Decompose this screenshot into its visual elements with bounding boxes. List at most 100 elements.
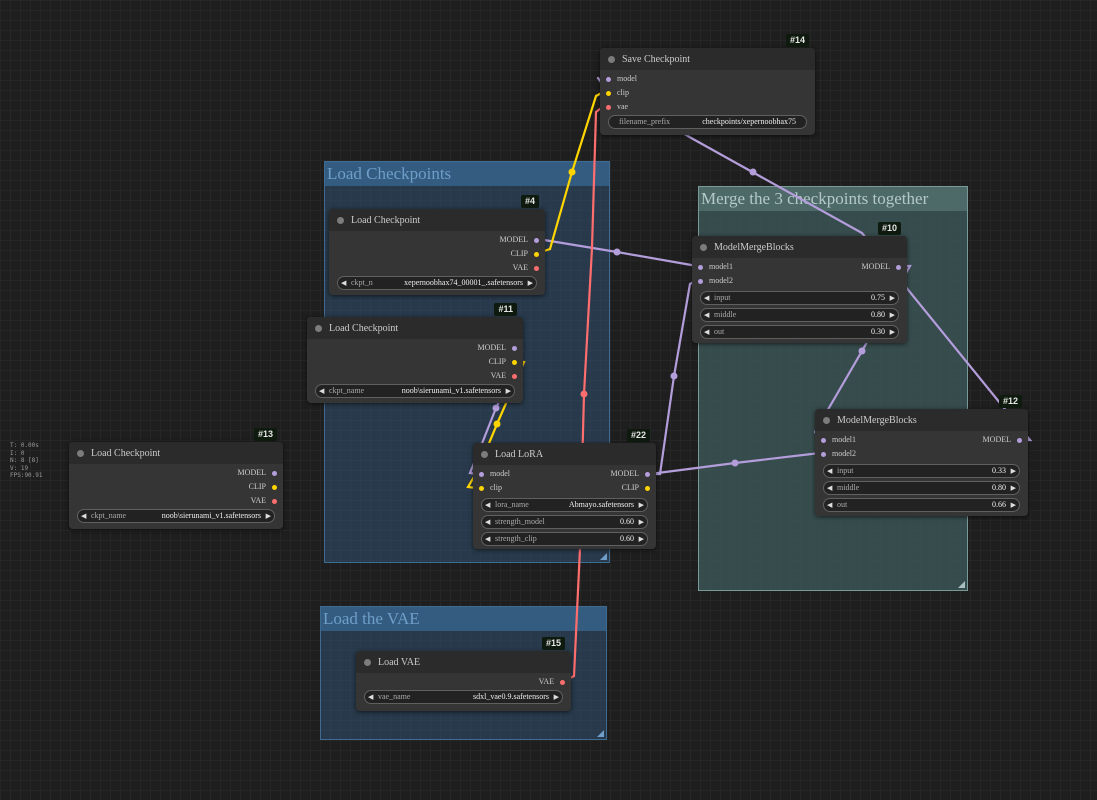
collapse-dot-icon[interactable] [77, 449, 84, 457]
node-header[interactable]: Load Checkpoint [329, 209, 545, 231]
link-midpoint[interactable] [492, 404, 500, 412]
arrow-left-icon[interactable]: ◀ [704, 326, 709, 338]
node-load-checkpoint-13[interactable]: #13 Load Checkpoint MODEL CLIP VAE ◀ ckp… [69, 428, 283, 529]
model-pin-icon[interactable] [896, 264, 901, 270]
strength-model-stepper[interactable]: ◀ strength_model 0.60 ▶ [481, 515, 648, 529]
input-slot-clip[interactable]: clip [600, 86, 815, 100]
arrow-left-icon[interactable]: ◀ [485, 516, 490, 528]
slot-row-model1[interactable]: model1 MODEL [692, 260, 907, 274]
vae-pin-icon[interactable] [534, 265, 539, 271]
node-header[interactable]: ModelMergeBlocks [692, 236, 907, 258]
input-ratio-stepper[interactable]: ◀ input 0.75 ▶ [700, 291, 899, 305]
output-slot-model[interactable]: MODEL [307, 341, 523, 355]
clip-pin-icon[interactable] [606, 90, 611, 96]
vae-pin-icon[interactable] [560, 679, 565, 685]
output-slot-clip[interactable]: CLIP [307, 355, 523, 369]
node-header[interactable]: ModelMergeBlocks [815, 409, 1028, 431]
collapse-dot-icon[interactable] [608, 55, 615, 63]
ckpt-name-combo[interactable]: ◀ ckpt_name noob\sierunami_v1.safetensor… [77, 509, 275, 523]
arrow-right-icon[interactable]: ▶ [1011, 482, 1016, 494]
collapse-dot-icon[interactable] [315, 324, 322, 332]
ckpt-name-combo[interactable]: ◀ ckpt_n xepernoobhax74_00001_.safetenso… [337, 276, 537, 290]
arrow-right-icon[interactable]: ▶ [554, 691, 559, 703]
collapse-dot-icon[interactable] [700, 243, 707, 251]
clip-pin-icon[interactable] [272, 484, 277, 490]
node-load-checkpoint-11[interactable]: #11 Load Checkpoint MODEL CLIP VAE ◀ ckp… [307, 303, 523, 403]
arrow-right-icon[interactable]: ▶ [506, 385, 511, 397]
node-header[interactable]: Save Checkpoint [600, 48, 815, 70]
arrow-right-icon[interactable]: ▶ [639, 516, 644, 528]
arrow-left-icon[interactable]: ◀ [704, 292, 709, 304]
arrow-right-icon[interactable]: ▶ [890, 326, 895, 338]
model-pin-icon[interactable] [698, 264, 703, 270]
link-midpoint[interactable] [670, 372, 678, 380]
collapse-dot-icon[interactable] [481, 450, 488, 458]
arrow-right-icon[interactable]: ▶ [266, 510, 271, 522]
model-pin-icon[interactable] [606, 76, 611, 82]
node-header[interactable]: Load Checkpoint [69, 442, 283, 464]
input-ratio-stepper[interactable]: ◀ input 0.33 ▶ [823, 464, 1020, 478]
output-slot-model[interactable]: MODEL [329, 233, 545, 247]
vae-pin-icon[interactable] [606, 104, 611, 110]
link-midpoint[interactable] [568, 168, 576, 176]
output-slot-vae[interactable]: VAE [307, 369, 523, 383]
link-midpoint[interactable] [580, 390, 588, 398]
node-header[interactable]: Load VAE [356, 651, 571, 673]
middle-ratio-stepper[interactable]: ◀ middle 0.80 ▶ [823, 481, 1020, 495]
arrow-left-icon[interactable]: ◀ [827, 499, 832, 511]
arrow-right-icon[interactable]: ▶ [890, 292, 895, 304]
arrow-left-icon[interactable]: ◀ [704, 309, 709, 321]
slot-row-clip[interactable]: clip CLIP [473, 481, 656, 495]
middle-ratio-stepper[interactable]: ◀ middle 0.80 ▶ [700, 308, 899, 322]
arrow-left-icon[interactable]: ◀ [341, 277, 346, 289]
collapse-dot-icon[interactable] [364, 658, 371, 666]
node-model-merge-blocks-12[interactable]: #12 ModelMergeBlocks model1 MODEL model2… [815, 395, 1028, 516]
slot-row-model2[interactable]: model2 [692, 274, 907, 288]
strength-clip-stepper[interactable]: ◀ strength_clip 0.60 ▶ [481, 532, 648, 546]
input-slot-model[interactable]: model [600, 72, 815, 86]
arrow-right-icon[interactable]: ▶ [1011, 499, 1016, 511]
model-pin-icon[interactable] [272, 470, 277, 476]
link-midpoint[interactable] [749, 168, 757, 176]
node-save-checkpoint[interactable]: #14 Save Checkpoint model clip vae filen… [600, 34, 815, 135]
node-header[interactable]: Load Checkpoint [307, 317, 523, 339]
output-slot-model[interactable]: MODEL [69, 466, 283, 480]
model-pin-icon[interactable] [479, 471, 484, 477]
arrow-left-icon[interactable]: ◀ [81, 510, 86, 522]
output-slot-vae[interactable]: VAE [356, 675, 571, 689]
input-slot-vae[interactable]: vae [600, 100, 815, 114]
clip-pin-icon[interactable] [512, 359, 517, 365]
link-midpoint[interactable] [858, 347, 866, 355]
vae-pin-icon[interactable] [272, 498, 277, 504]
vae-pin-icon[interactable] [512, 373, 517, 379]
link-midpoint[interactable] [731, 459, 739, 467]
node-model-merge-blocks-10[interactable]: #10 ModelMergeBlocks model1 MODEL model2… [692, 222, 907, 343]
arrow-left-icon[interactable]: ◀ [319, 385, 324, 397]
node-load-checkpoint-4[interactable]: #4 Load Checkpoint MODEL CLIP VAE ◀ ckpt… [329, 195, 545, 295]
collapse-dot-icon[interactable] [337, 216, 344, 224]
output-slot-clip[interactable]: CLIP [69, 480, 283, 494]
model-pin-icon[interactable] [512, 345, 517, 351]
model-pin-icon[interactable] [534, 237, 539, 243]
arrow-left-icon[interactable]: ◀ [485, 499, 490, 511]
clip-pin-icon[interactable] [534, 251, 539, 257]
arrow-right-icon[interactable]: ▶ [890, 309, 895, 321]
out-ratio-stepper[interactable]: ◀ out 0.66 ▶ [823, 498, 1020, 512]
slot-row-model2[interactable]: model2 [815, 447, 1028, 461]
arrow-left-icon[interactable]: ◀ [368, 691, 373, 703]
output-slot-vae[interactable]: VAE [329, 261, 545, 275]
arrow-left-icon[interactable]: ◀ [485, 533, 490, 545]
model-pin-icon[interactable] [645, 471, 650, 477]
model-pin-icon[interactable] [1017, 437, 1022, 443]
filename-prefix-field[interactable]: filename_prefix checkpoints/xepernoobhax… [608, 115, 807, 129]
clip-pin-icon[interactable] [645, 485, 650, 491]
clip-pin-icon[interactable] [479, 485, 484, 491]
model-pin-icon[interactable] [698, 278, 703, 284]
arrow-right-icon[interactable]: ▶ [639, 533, 644, 545]
arrow-left-icon[interactable]: ◀ [827, 482, 832, 494]
node-header[interactable]: Load LoRA [473, 443, 656, 465]
arrow-right-icon[interactable]: ▶ [528, 277, 533, 289]
lora-name-combo[interactable]: ◀ lora_name Abmayo.safetensors ▶ [481, 498, 648, 512]
slot-row-model[interactable]: model MODEL [473, 467, 656, 481]
link-midpoint[interactable] [493, 420, 501, 428]
